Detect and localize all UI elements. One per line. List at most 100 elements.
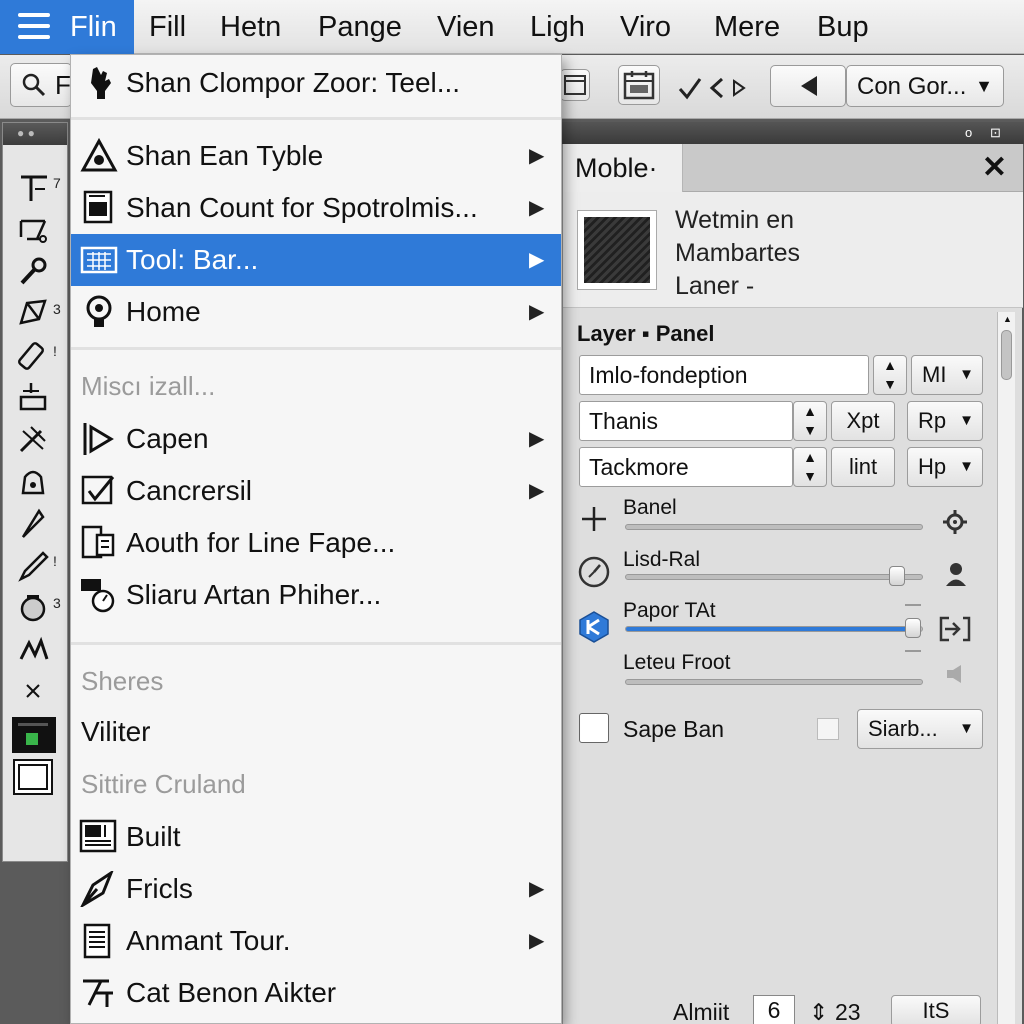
blur-tool[interactable]: 3 — [3, 585, 67, 627]
menu-item-sliaru[interactable]: Sliaru Artan Phiher... — [71, 569, 561, 621]
grid-image-icon — [79, 819, 117, 853]
menu-pange[interactable]: Pange — [318, 0, 402, 54]
menu-viro[interactable]: Viro — [620, 0, 671, 54]
bucket-tool[interactable] — [3, 459, 67, 501]
dropdown-siarb[interactable]: Siarb... ▼ — [857, 709, 983, 749]
gear-icon[interactable] — [941, 508, 969, 536]
pencil-tool[interactable]: ! — [3, 543, 67, 585]
menu-item-fricls[interactable]: Fricls ▶ — [71, 863, 561, 915]
path-tool-icon — [19, 219, 47, 243]
menu-item-home[interactable]: Home ▶ — [71, 286, 561, 338]
menu-section-sittire: Sittire Cruland — [81, 769, 246, 799]
slider-2-knob[interactable] — [889, 566, 905, 586]
menu-mere[interactable]: Mere — [714, 0, 780, 54]
drop-icon — [20, 595, 46, 622]
chevron-down-icon: ▼ — [959, 720, 974, 737]
menu-item-viliter[interactable]: Viliter — [71, 706, 561, 758]
stepper-row-3[interactable]: ▲ ▼ — [793, 447, 827, 487]
scroll-up-icon[interactable]: ▲ — [1003, 314, 1012, 324]
menu-item-count[interactable]: Shan Count for Spotrolmis... ▶ — [71, 182, 561, 234]
slider-3-knob[interactable] — [905, 618, 921, 638]
play-frame-icon — [83, 423, 114, 455]
menu-item-cancrersil[interactable]: Cancrersil ▶ — [71, 465, 561, 517]
stepper-row-2[interactable]: ▲ ▼ — [793, 401, 827, 441]
menu-separator — [71, 117, 561, 120]
close-tool[interactable] — [3, 669, 67, 711]
slider-1-track[interactable] — [625, 524, 923, 530]
dropdown-row-1-value: MI — [922, 362, 947, 387]
menu-item-label: Viliter — [81, 716, 151, 747]
menu-fill[interactable]: Fill — [149, 0, 186, 54]
search-box[interactable]: F — [10, 63, 72, 107]
export-icon[interactable] — [939, 616, 971, 642]
frame-tool[interactable] — [3, 753, 67, 795]
status-button[interactable]: ItS — [891, 995, 981, 1024]
triangle-eye-icon — [80, 138, 118, 172]
path-tool[interactable] — [3, 207, 67, 249]
stepper-icon[interactable]: ⇕ — [809, 999, 828, 1024]
feather-tool[interactable] — [3, 501, 67, 543]
window-button[interactable] — [560, 69, 590, 101]
menu-item-tool-bar[interactable]: Tool: Bar... ▶ — [71, 234, 561, 286]
stamp-tool[interactable] — [3, 375, 67, 417]
status-value-field[interactable]: 6 — [753, 995, 795, 1024]
magic-wand-tool[interactable] — [3, 417, 67, 459]
scrollbar[interactable]: ▲ — [997, 312, 1015, 1024]
pen-tool[interactable]: 3 — [3, 291, 67, 333]
field-row-3[interactable]: Tackmore — [579, 447, 793, 487]
menu-vien[interactable]: Vien — [437, 0, 495, 54]
menu-item-ean-tyble[interactable]: Shan Ean Tyble ▶ — [71, 130, 561, 182]
calendar-icon — [623, 71, 655, 100]
button-row-2[interactable]: Xpt — [831, 401, 895, 441]
dropdown-row-2[interactable]: Rp ▼ — [907, 401, 983, 441]
menu-item-built[interactable]: Built — [71, 811, 561, 863]
menu-item-label: Cat Benon Aikter — [126, 977, 337, 1008]
magic-wand-icon — [19, 426, 46, 453]
menu-ligh[interactable]: Ligh — [530, 0, 585, 54]
slider-4-track[interactable] — [625, 679, 923, 685]
menu-item-anmant-tour[interactable]: Anmant Tour. ▶ — [71, 915, 561, 967]
dropdown-row-1[interactable]: MI ▼ — [911, 355, 983, 395]
menu-bup[interactable]: Bup — [817, 0, 869, 54]
brush-tool[interactable] — [3, 249, 67, 291]
eraser-tool[interactable]: ! — [3, 333, 67, 375]
menu-item-cat-benon[interactable]: Cat Benon Aikter — [71, 967, 561, 1019]
color-swatch[interactable] — [3, 711, 67, 753]
menu-item-aouth[interactable]: Aouth for Line Fape... — [71, 517, 561, 569]
header-line-3[interactable]: Laner ‐ — [675, 272, 754, 301]
minimize-icon[interactable]: o — [965, 125, 972, 140]
menu-hetn[interactable]: Hetn — [220, 0, 281, 54]
combo-select[interactable]: Con Gor... ▼ — [846, 65, 1004, 107]
slider-3-track[interactable] — [625, 626, 923, 632]
tab-moble[interactable]: Moble· — [563, 144, 683, 192]
header-line-2: Mambartes — [675, 239, 801, 267]
type-tool[interactable]: 7 — [3, 165, 67, 207]
menu-item-label: Anmant Tour. — [126, 925, 291, 956]
checkbox-sape-ban[interactable] — [579, 713, 609, 743]
button-row-3[interactable]: lint — [831, 447, 895, 487]
clock-icon[interactable] — [577, 555, 611, 589]
plus-icon[interactable] — [579, 504, 609, 534]
dropdown-row-3[interactable]: Hp ▼ — [907, 447, 983, 487]
scrollbar-thumb[interactable] — [1001, 330, 1012, 380]
check-nav-icon[interactable] — [678, 73, 748, 103]
expand-icon[interactable]: ⊡ — [990, 125, 1001, 141]
layer-badge-icon[interactable] — [577, 610, 611, 644]
speaker-icon[interactable] — [945, 664, 969, 684]
stepper-row-1[interactable]: ▲ ▼ — [873, 355, 907, 395]
small-checkbox[interactable] — [817, 718, 839, 740]
field-row-1[interactable]: Imlo-fondeption — [579, 355, 869, 395]
slider-3-fill — [626, 627, 914, 631]
menu-item-label: Shan Clompor Zoor: Teel... — [126, 67, 461, 98]
field-row-2[interactable]: Thanis — [579, 401, 793, 441]
smudge-tool[interactable] — [3, 627, 67, 669]
eraser-icon — [18, 342, 44, 370]
close-icon[interactable]: ✕ — [982, 150, 1007, 185]
calendar-button[interactable] — [618, 65, 660, 105]
menu-item-top[interactable]: Shan Clompor Zoor: Teel... — [71, 57, 561, 109]
menu-item-capen[interactable]: Capen ▶ — [71, 413, 561, 465]
back-button[interactable] — [770, 65, 846, 107]
slider-2-track[interactable] — [625, 574, 923, 580]
menu-flin[interactable]: Flin — [0, 0, 134, 54]
user-icon[interactable] — [944, 561, 968, 587]
